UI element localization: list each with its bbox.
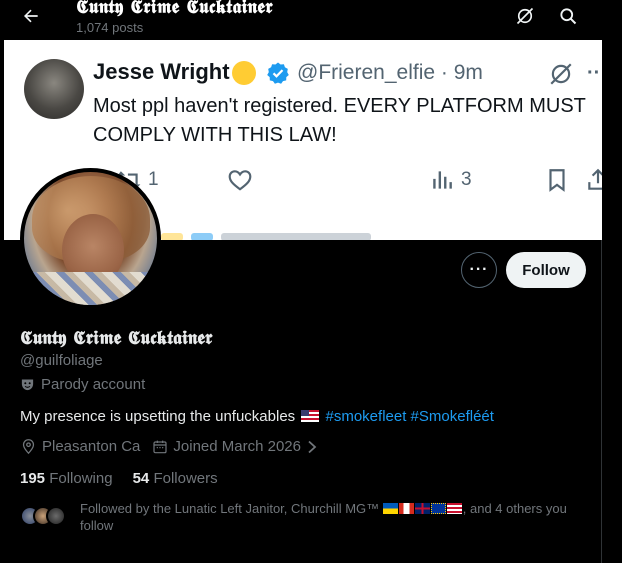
banner-bookmark-stat [544,167,570,193]
profile-column: 𝕮𝖚𝖓𝖙𝖞 𝕮𝖗𝖎𝖒𝖊 𝕮𝖚𝖈𝖐𝖙𝖆𝖎𝖓𝖊𝖗 1,074 posts Jesse… [0,0,602,563]
verified-badge-icon [267,62,289,84]
bio-text: My presence is upsetting the unfuckables [20,408,296,425]
chevron-right-icon [308,440,317,453]
following-count: 195 [20,470,46,487]
following-label: Following [49,470,113,487]
parody-label: Parody account [20,376,145,393]
us-flag-icon [446,503,462,514]
parody-label-text: Parody account [41,376,146,393]
heart-icon [228,170,252,191]
following-link[interactable]: 195 Following [20,470,113,487]
more-options-button[interactable]: ··· [461,252,497,288]
follower-avatar [46,506,66,526]
followed-by-prefix: Followed by the Lunatic Left Janitor, Ch… [80,501,380,516]
banner-views-count: 3 [461,169,472,190]
search-icon [560,8,577,25]
hashtag-link-smokefleet-accent[interactable]: #Smokefléét [411,408,494,425]
canada-flag-icon [398,503,414,514]
hashtag-link-smokefleet[interactable]: #smokefleet [326,408,407,425]
posts-count: 1,074 posts [76,20,144,35]
banner-author-name: Jesse Wright [93,59,230,84]
followers-label: Followers [153,470,218,487]
profile-handle: @guilfoliage [20,352,103,369]
mask-emoji-icon [232,61,256,85]
location-text: Pleasanton Ca [42,438,141,455]
followers-count: 54 [132,470,150,487]
profile-meta: Pleasanton Ca Joined March 2026 [20,438,330,455]
profile-avatar[interactable] [20,168,161,309]
search-button[interactable] [555,3,581,29]
header-title: 𝕮𝖚𝖓𝖙𝖞 𝕮𝖗𝖎𝖒𝖊 𝕮𝖚𝖈𝖐𝖙𝖆𝖎𝖓𝖊𝖗 [76,0,273,18]
calendar-icon [153,440,168,453]
bookmark-icon [549,169,565,192]
banner-like-stat [227,167,253,193]
share-icon [588,168,602,190]
banner-author-handle: @Frieren_elfie · 9m [297,61,483,84]
back-button[interactable] [14,3,48,29]
banner-next-tweet-ghost [93,228,602,240]
banner-share-stat [585,167,602,193]
follow-button[interactable]: Follow [506,252,586,288]
banner-retweet-count: 1 [148,169,159,190]
banner-grok-icon [550,63,572,85]
banner-tweet-text: Most ppl haven't registered. EVERY PLATF… [93,95,586,146]
ukraine-flag-icon [382,503,398,514]
uk-flag-icon [414,503,430,514]
views-icon [433,171,452,189]
location-pin-icon [22,439,35,455]
right-rail [603,0,622,563]
grok-button[interactable] [512,3,538,29]
joined-item[interactable]: Joined March 2026 [152,438,318,455]
top-bar: 𝕮𝖚𝖓𝖙𝖞 𝕮𝖗𝖎𝖒𝖊 𝕮𝖚𝖈𝖐𝖙𝖆𝖎𝖓𝖊𝖗 1,074 posts [0,0,602,40]
profile-bio: My presence is upsetting the unfuckables… [20,408,494,425]
banner-tweet-avatar [24,59,84,119]
profile-display-name: 𝕮𝖚𝖓𝖙𝖞 𝕮𝖗𝖎𝖒𝖊 𝕮𝖚𝖈𝖐𝖙𝖆𝖎𝖓𝖊𝖗 [20,327,213,349]
followers-link[interactable]: 54 Followers [133,470,218,487]
location-item: Pleasanton Ca [20,438,140,455]
mask-icon [21,379,34,391]
follow-counts: 195 Following 54 Followers [20,470,218,487]
joined-text: Joined March 2026 [173,438,301,455]
back-arrow-icon [24,9,38,23]
grok-icon [516,7,534,25]
banner-views-stat: 3 [429,167,472,193]
banner-more-icon: ·· [587,62,601,84]
eu-flag-icon [430,503,446,514]
us-flag-icon [301,410,320,422]
followed-by-text: Followed by the Lunatic Left Janitor, Ch… [80,500,590,534]
